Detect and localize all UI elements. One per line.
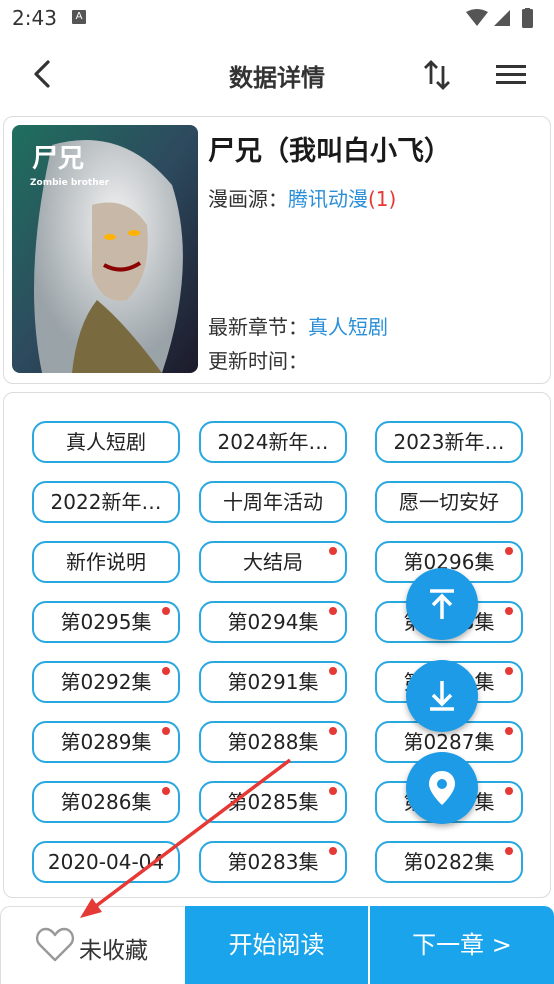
arrow-back-icon[interactable] bbox=[26, 56, 62, 92]
vertical-align-top-icon bbox=[430, 589, 454, 619]
heart-icon bbox=[35, 927, 75, 962]
chapter-chip[interactable]: 愿一切安好 bbox=[375, 481, 523, 523]
new-badge-dot bbox=[329, 667, 337, 675]
new-badge-dot bbox=[162, 727, 170, 735]
new-badge-dot bbox=[329, 787, 337, 795]
chapter-chip-label: 第0294集 bbox=[227, 610, 319, 634]
notification-icon: A bbox=[72, 10, 86, 24]
chapter-chip-label: 第0295集 bbox=[60, 610, 152, 634]
chapter-chip-label: 第0286集 bbox=[60, 790, 152, 814]
chapter-chip-label: 愿一切安好 bbox=[399, 490, 499, 514]
chapter-chip-label: 第0287集 bbox=[403, 730, 495, 754]
chapter-list-panel: 真人短剧 2024新年… 2023新年… 2022新年… 十周年活动 愿一切安好新作说明 大… bbox=[3, 392, 551, 898]
book-title: 尸兄（我叫白小飞） bbox=[208, 136, 451, 167]
chapter-chip[interactable]: 第0282集 bbox=[375, 841, 523, 883]
sort-icon[interactable] bbox=[422, 58, 452, 92]
latest-chapter-row: 最新章节：真人短剧 bbox=[208, 311, 388, 340]
chapter-chip-label: 第0289集 bbox=[60, 730, 152, 754]
chapter-chip[interactable]: 第0295集 bbox=[32, 601, 180, 643]
location-pin-icon bbox=[429, 771, 455, 805]
source-link[interactable]: 腾讯动漫 bbox=[288, 187, 368, 211]
scroll-top-fab[interactable] bbox=[406, 568, 478, 640]
status-bar: 2:43 A bbox=[0, 0, 554, 38]
source-row: 漫画源：腾讯动漫(1) bbox=[208, 183, 396, 212]
new-badge-dot bbox=[162, 607, 170, 615]
chapter-chip[interactable]: 第0291集 bbox=[199, 661, 347, 703]
new-badge-dot bbox=[329, 607, 337, 615]
start-reading-button[interactable]: 开始阅读 bbox=[185, 906, 368, 984]
chapter-chip-label: 第0292集 bbox=[60, 670, 152, 694]
new-badge-dot bbox=[505, 607, 513, 615]
system-status-icons bbox=[466, 8, 533, 28]
chapter-chip-label: 十周年活动 bbox=[223, 490, 323, 514]
new-badge-dot bbox=[505, 787, 513, 795]
chapter-chip[interactable]: 2020-04-04 bbox=[32, 841, 180, 883]
next-chapter-button[interactable]: 下一章 > bbox=[370, 906, 554, 984]
source-label: 漫画源： bbox=[208, 187, 288, 211]
new-badge-dot bbox=[329, 727, 337, 735]
app-bar: 数据详情 bbox=[0, 38, 554, 112]
chapter-chip-label: 2023新年… bbox=[393, 430, 505, 454]
chapter-chip-label: 第0291集 bbox=[227, 670, 319, 694]
new-badge-dot bbox=[329, 547, 337, 555]
chapter-chip[interactable]: 十周年活动 bbox=[199, 481, 347, 523]
chapter-chip-label: 2024新年… bbox=[217, 430, 329, 454]
scroll-bottom-fab[interactable] bbox=[406, 660, 478, 732]
locate-fab[interactable] bbox=[406, 752, 478, 824]
chapter-chip-label: 第0282集 bbox=[403, 850, 495, 874]
book-info-card: 尸兄 Zombie brother 尸兄（我叫白小飞） 漫画源：腾讯动漫(1) … bbox=[3, 116, 551, 384]
chapter-chip[interactable]: 第0286集 bbox=[32, 781, 180, 823]
chapter-chip[interactable]: 第0288集 bbox=[199, 721, 347, 763]
chapter-chip[interactable]: 真人短剧 bbox=[32, 421, 180, 463]
source-count: (1) bbox=[368, 187, 397, 211]
update-time-row: 更新时间： bbox=[208, 345, 308, 374]
chapter-chip-label: 第0285集 bbox=[227, 790, 319, 814]
new-badge-dot bbox=[505, 667, 513, 675]
chapter-chip-label: 2022新年… bbox=[50, 490, 162, 514]
chapter-chip[interactable]: 2024新年… bbox=[199, 421, 347, 463]
latest-chapter-label: 最新章节： bbox=[208, 315, 308, 339]
chapter-chip-label: 第0288集 bbox=[227, 730, 319, 754]
chapter-chip[interactable]: 2023新年… bbox=[375, 421, 523, 463]
vertical-align-bottom-icon bbox=[430, 681, 454, 711]
chapter-chip[interactable]: 第0292集 bbox=[32, 661, 180, 703]
new-badge-dot bbox=[505, 727, 513, 735]
status-time: 2:43 bbox=[12, 6, 57, 30]
update-time-label: 更新时间： bbox=[208, 349, 308, 373]
chapter-chip-label: 新作说明 bbox=[66, 550, 146, 574]
chapter-chip-label: 真人短剧 bbox=[66, 430, 146, 454]
chapter-chip[interactable]: 大结局 bbox=[199, 541, 347, 583]
chapter-chip[interactable]: 新作说明 bbox=[32, 541, 180, 583]
chapter-chip-label: 2020-04-04 bbox=[47, 850, 165, 874]
chapter-chip[interactable]: 2022新年… bbox=[32, 481, 180, 523]
bottom-action-bar: 未收藏 开始阅读 下一章 > bbox=[0, 906, 554, 984]
page-title: 数据详情 bbox=[229, 64, 325, 92]
chapter-chip[interactable]: 第0285集 bbox=[199, 781, 347, 823]
favorite-label: 未收藏 bbox=[79, 938, 148, 964]
new-badge-dot bbox=[505, 847, 513, 855]
favorite-button[interactable]: 未收藏 bbox=[0, 906, 184, 984]
chapter-chip[interactable]: 第0289集 bbox=[32, 721, 180, 763]
chapter-chip[interactable]: 第0294集 bbox=[199, 601, 347, 643]
cover-subtitle: Zombie brother bbox=[30, 178, 110, 188]
chapter-chip-label: 大结局 bbox=[243, 550, 303, 574]
new-badge-dot bbox=[505, 547, 513, 555]
new-badge-dot bbox=[162, 787, 170, 795]
cover-title: 尸兄 bbox=[32, 144, 84, 174]
new-badge-dot bbox=[329, 847, 337, 855]
latest-chapter-link[interactable]: 真人短剧 bbox=[308, 315, 388, 339]
book-cover-image[interactable]: 尸兄 Zombie brother bbox=[12, 125, 198, 373]
chapter-chip-label: 第0283集 bbox=[227, 850, 319, 874]
menu-icon[interactable] bbox=[494, 60, 528, 90]
new-badge-dot bbox=[162, 667, 170, 675]
chapter-chip[interactable]: 第0283集 bbox=[199, 841, 347, 883]
